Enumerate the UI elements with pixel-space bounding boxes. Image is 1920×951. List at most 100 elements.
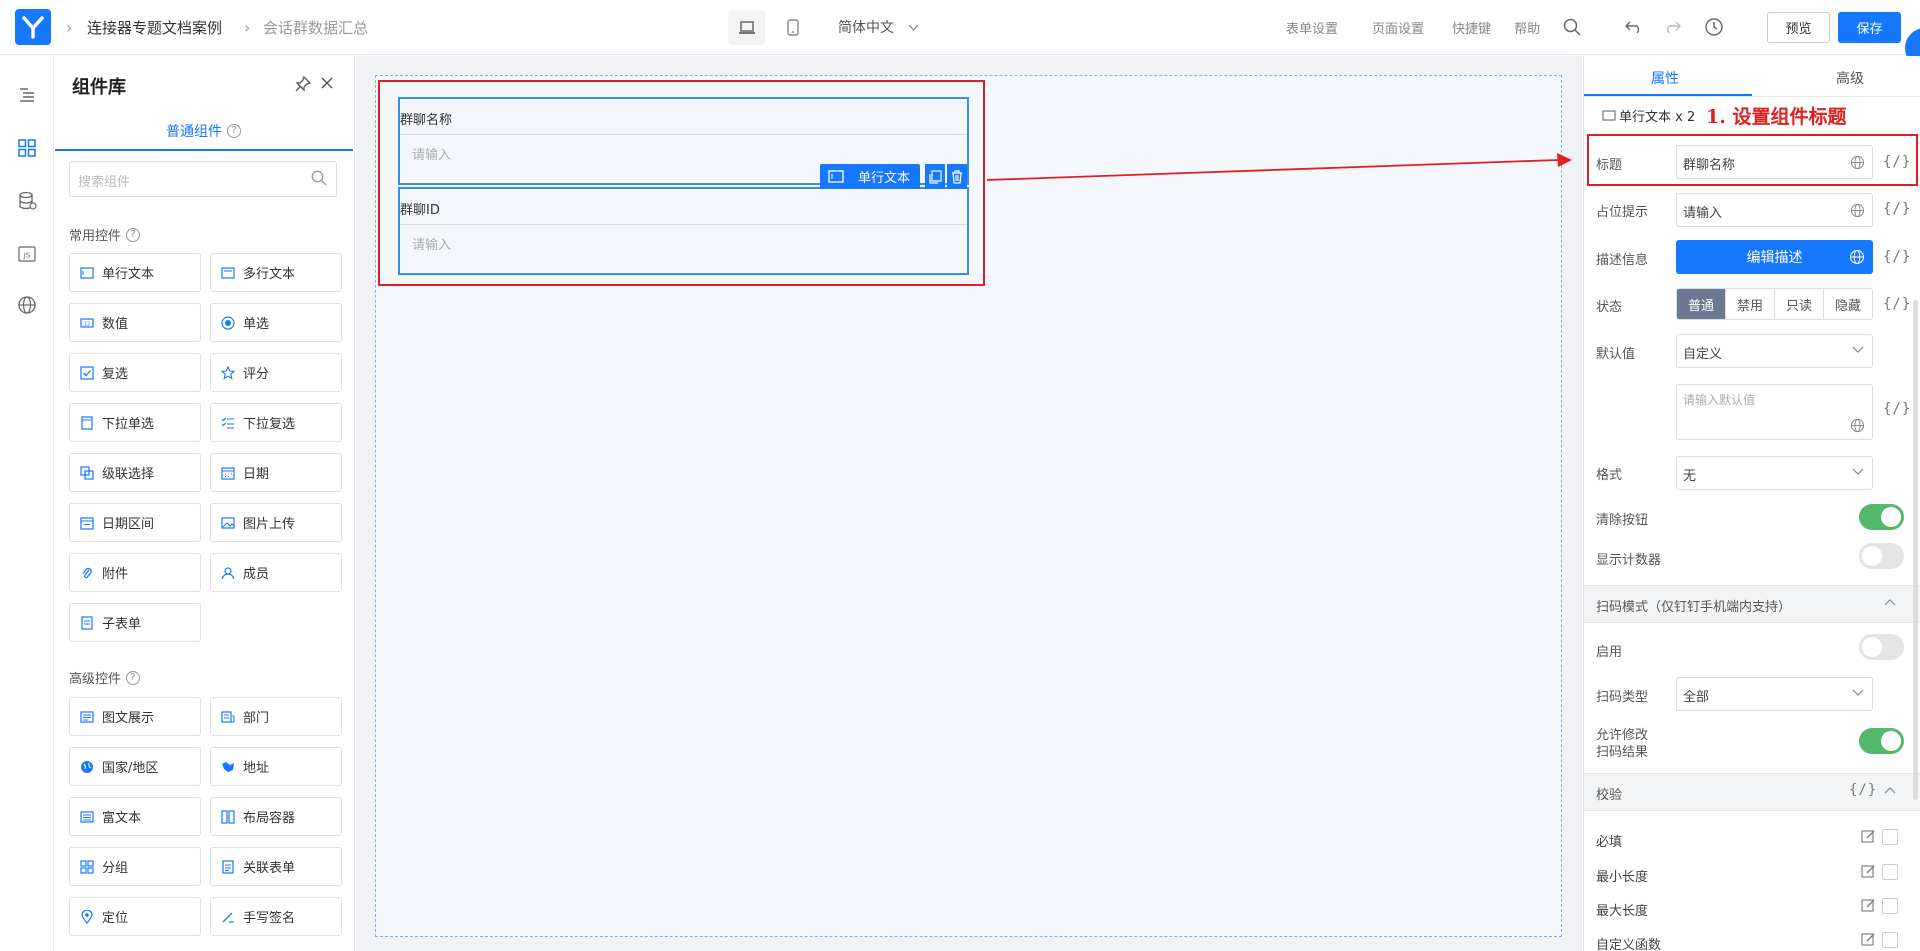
- comp-subform[interactable]: 子表单: [69, 603, 201, 642]
- copy-component-button[interactable]: [925, 164, 945, 189]
- formula-icon[interactable]: {/}: [1883, 249, 1911, 265]
- comp-country[interactable]: 国家/地区: [69, 747, 201, 786]
- comp-single-line[interactable]: 单行文本: [69, 253, 201, 292]
- language-select[interactable]: 简体中文: [838, 17, 919, 37]
- formula-icon[interactable]: {/}: [1883, 401, 1911, 417]
- state-disabled[interactable]: 禁用: [1726, 289, 1775, 319]
- properties-scrollbar[interactable]: [1913, 300, 1918, 800]
- chevron-up-icon[interactable]: [1884, 598, 1896, 606]
- globe-icon[interactable]: [1849, 249, 1865, 265]
- datasource-icon[interactable]: [15, 189, 39, 213]
- breadcrumb-form[interactable]: 会话群数据汇总: [263, 17, 368, 38]
- outline-icon[interactable]: [15, 83, 39, 107]
- comp-rating[interactable]: 评分: [210, 353, 342, 392]
- edit-description-button[interactable]: 编辑描述: [1676, 240, 1873, 274]
- search-input[interactable]: 搜索组件: [69, 161, 337, 197]
- tab-normal-components[interactable]: 普通组件?: [55, 114, 353, 152]
- default-type-select[interactable]: 自定义: [1676, 334, 1873, 368]
- format-select[interactable]: 无: [1676, 456, 1873, 490]
- scan-type-select[interactable]: 全部: [1676, 677, 1873, 711]
- breadcrumb-app[interactable]: 连接器专题文档案例: [87, 17, 222, 38]
- comp-signature[interactable]: 手写签名: [210, 897, 342, 936]
- edit-icon[interactable]: [1861, 932, 1876, 947]
- preview-button[interactable]: 预览: [1767, 12, 1830, 43]
- edit-icon[interactable]: [1861, 898, 1876, 913]
- comp-date-range[interactable]: 日期区间: [69, 503, 201, 542]
- title-input[interactable]: 群聊名称: [1676, 145, 1873, 179]
- pin-icon[interactable]: [295, 76, 311, 92]
- counter-toggle[interactable]: [1859, 543, 1904, 569]
- state-normal[interactable]: 普通: [1677, 289, 1726, 319]
- comp-attachment[interactable]: 附件: [69, 553, 201, 592]
- formula-icon[interactable]: {/}: [1883, 201, 1911, 217]
- allow-edit-toggle[interactable]: [1859, 728, 1904, 754]
- comp-number[interactable]: 12 数值: [69, 303, 201, 342]
- comp-address[interactable]: 地址: [210, 747, 342, 786]
- chevron-up-icon[interactable]: [1884, 786, 1896, 794]
- save-button[interactable]: 保存: [1838, 12, 1901, 43]
- tab-properties[interactable]: 属性: [1651, 68, 1679, 88]
- comp-select[interactable]: 下拉单选: [69, 403, 201, 442]
- formula-icon[interactable]: {/}: [1883, 154, 1911, 170]
- state-hidden[interactable]: 隐藏: [1824, 289, 1872, 319]
- comp-department[interactable]: 部门: [210, 697, 342, 736]
- help-link[interactable]: 帮助: [1514, 18, 1540, 37]
- help-icon[interactable]: ?: [126, 227, 141, 242]
- comp-group[interactable]: 分组: [69, 847, 201, 886]
- svg-text:12: 12: [84, 321, 90, 327]
- search-icon[interactable]: [311, 170, 327, 186]
- delete-component-button[interactable]: [947, 164, 967, 189]
- globe-icon[interactable]: [1850, 203, 1865, 218]
- shortcuts-link[interactable]: 快捷键: [1452, 18, 1491, 37]
- selected-component-tag[interactable]: 单行文本: [820, 164, 920, 189]
- scan-enable-toggle[interactable]: [1859, 634, 1904, 660]
- globe-icon[interactable]: [1850, 418, 1865, 433]
- tab-advanced[interactable]: 高级: [1836, 68, 1864, 88]
- edit-icon[interactable]: [1861, 864, 1876, 879]
- comp-cascade[interactable]: 级联选择: [69, 453, 201, 492]
- comp-layout-container[interactable]: 布局容器: [210, 797, 342, 836]
- rule-custom-function-checkbox[interactable]: [1882, 932, 1898, 948]
- comp-radio[interactable]: 单选: [210, 303, 342, 342]
- rule-min-length-checkbox[interactable]: [1882, 864, 1898, 880]
- comp-image-text[interactable]: 图文展示: [69, 697, 201, 736]
- pc-view-button[interactable]: [728, 10, 765, 45]
- clear-button-toggle[interactable]: [1859, 504, 1904, 530]
- comp-related-form[interactable]: 关联表单: [210, 847, 342, 886]
- components-icon[interactable]: [15, 136, 39, 160]
- page-settings-link[interactable]: 页面设置: [1372, 18, 1424, 37]
- comp-checkbox[interactable]: 复选: [69, 353, 201, 392]
- field-input-placeholder[interactable]: 请输入: [400, 224, 967, 260]
- history-icon[interactable]: [1702, 15, 1726, 39]
- comp-member[interactable]: 成员: [210, 553, 342, 592]
- search-icon[interactable]: [1560, 15, 1584, 39]
- globe-icon[interactable]: [15, 293, 39, 317]
- comp-rich-text[interactable]: 富文本: [69, 797, 201, 836]
- undo-icon[interactable]: [1622, 15, 1646, 39]
- mobile-view-button[interactable]: [778, 10, 808, 45]
- help-icon[interactable]: ?: [126, 670, 141, 685]
- formula-icon[interactable]: {/}: [1849, 782, 1877, 798]
- redo-icon[interactable]: [1660, 15, 1684, 39]
- scan-mode-section[interactable]: 扫码模式（仅钉钉手机端内支持）: [1584, 585, 1920, 623]
- form-settings-link[interactable]: 表单设置: [1286, 18, 1338, 37]
- close-icon[interactable]: [320, 76, 334, 90]
- comp-multi-select[interactable]: 下拉复选: [210, 403, 342, 442]
- form-field-group-id[interactable]: 群聊ID 请输入: [398, 187, 969, 275]
- comp-location[interactable]: 定位: [69, 897, 201, 936]
- rule-required-checkbox[interactable]: [1882, 829, 1898, 845]
- comp-date[interactable]: 日期: [210, 453, 342, 492]
- comp-image-upload[interactable]: 图片上传: [210, 503, 342, 542]
- globe-icon[interactable]: [1850, 155, 1865, 170]
- formula-icon[interactable]: {/}: [1883, 296, 1911, 312]
- rule-max-length-checkbox[interactable]: [1882, 898, 1898, 914]
- placeholder-input[interactable]: 请输入: [1676, 193, 1873, 227]
- default-value-input[interactable]: 请输入默认值: [1676, 384, 1873, 440]
- validation-section[interactable]: 校验 {/}: [1584, 773, 1920, 811]
- app-logo[interactable]: [15, 9, 51, 45]
- edit-icon[interactable]: [1861, 829, 1876, 844]
- comp-multi-line[interactable]: 多行文本: [210, 253, 342, 292]
- js-icon[interactable]: JS: [15, 242, 39, 266]
- help-icon[interactable]: ?: [227, 124, 241, 138]
- state-readonly[interactable]: 只读: [1775, 289, 1824, 319]
